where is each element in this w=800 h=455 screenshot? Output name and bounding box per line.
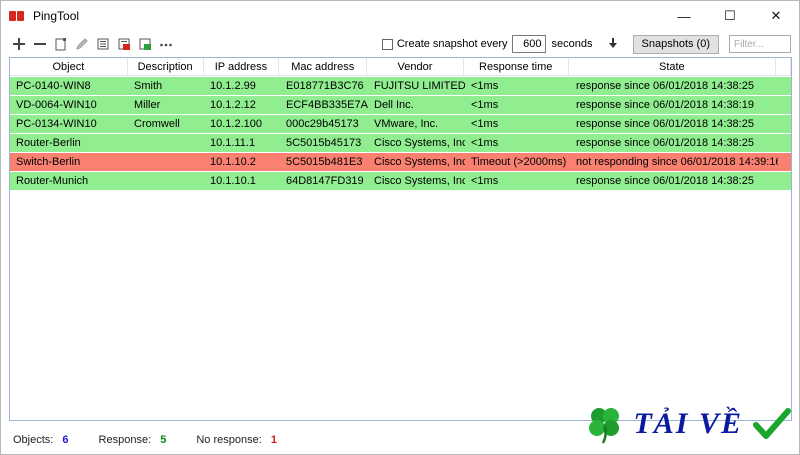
seconds-label: seconds [551, 38, 593, 50]
cell-object: VD-0064-WIN10 [16, 99, 97, 111]
cell-state: response since 06/01/2018 14:38:25 [576, 118, 754, 130]
table-header: Object Description IP address Mac addres… [10, 58, 791, 76]
cell-state: not responding since 06/01/2018 14:39:16 [576, 156, 778, 168]
cell-response-time: <1ms [471, 80, 499, 92]
edit-pencil-icon[interactable] [74, 36, 90, 52]
snapshot-interval-input[interactable] [511, 35, 546, 53]
minus-icon[interactable] [32, 36, 48, 52]
no-response-count: No response: 1 [196, 434, 277, 446]
no-response-value: 1 [270, 434, 277, 446]
cell-vendor: FUJITSU LIMITED [374, 80, 465, 92]
column-header-response-time[interactable]: Response time [464, 58, 569, 76]
window-title: PingTool [33, 9, 80, 23]
cell-object: Router-Berlin [16, 137, 81, 149]
cell-state: response since 06/01/2018 14:38:25 [576, 80, 754, 92]
cell-mac-address: 64D8147FD319 [286, 175, 364, 187]
cell-ip-address: 10.1.2.12 [210, 99, 256, 111]
filter-input[interactable] [729, 35, 791, 53]
cell-ip-address: 10.1.2.100 [210, 118, 262, 130]
table-row[interactable]: Switch-Berlin 10.1.10.2 5C5015b481E3 Cis… [10, 153, 791, 171]
toolbar: Create snapshot every seconds Snapshots … [1, 32, 799, 56]
cell-description [128, 134, 204, 152]
cell-mac-address: E018771B3C76 [286, 80, 364, 92]
cell-mac-address: 000c29b45173 [286, 118, 359, 130]
objects-count: Objects: 6 [13, 434, 69, 446]
window-controls: — ☐ ✕ [661, 1, 799, 31]
cell-response-time: <1ms [471, 99, 499, 111]
response-value: 5 [160, 434, 167, 446]
snapshots-button[interactable]: Snapshots (0) [632, 34, 719, 54]
cell-vendor: Cisco Systems, Inc [374, 137, 465, 149]
cell-ip-address: 10.1.2.99 [210, 80, 256, 92]
more-icon[interactable] [158, 36, 174, 52]
cell-vendor: Cisco Systems, Inc [374, 175, 465, 187]
response-count: Response: 5 [99, 434, 167, 446]
cell-object: PC-0134-WIN10 [16, 118, 97, 130]
column-header-vendor[interactable]: Vendor [367, 58, 464, 76]
objects-label: Objects: [13, 434, 54, 446]
checkmark-icon [753, 408, 791, 439]
cell-response-time: <1ms [471, 118, 499, 130]
minimize-button[interactable]: — [661, 1, 707, 31]
cell-object: Router-Munich [16, 175, 89, 187]
table-row[interactable]: Router-Berlin 10.1.11.1 5C5015b45173 Cis… [10, 134, 791, 152]
snapshot-controls: Create snapshot every seconds Snapshots … [381, 32, 791, 56]
cell-state: response since 06/01/2018 14:38:19 [576, 99, 754, 111]
objects-value: 6 [62, 434, 69, 446]
cell-vendor: VMware, Inc. [374, 118, 439, 130]
cell-mac-address: ECF4BB335E7A [286, 99, 368, 111]
watermark-text: TẢI VỀ [633, 407, 743, 440]
snapshot-label: Create snapshot every [396, 38, 508, 50]
cell-mac-address: 5C5015b481E3 [286, 156, 363, 168]
table-row[interactable]: VD-0064-WIN10 Miller 10.1.2.12 ECF4BB335… [10, 96, 791, 114]
response-label: Response: [98, 434, 152, 446]
column-header-state[interactable]: State [569, 58, 777, 76]
table-row[interactable]: PC-0134-WIN10 Cromwell 10.1.2.100 000c29… [10, 115, 791, 133]
cell-description [128, 153, 204, 171]
no-response-label: No response: [196, 434, 262, 446]
app-icon [9, 8, 25, 24]
clover-icon [589, 408, 620, 444]
cell-vendor: Dell Inc. [374, 99, 414, 111]
cell-object: PC-0140-WIN8 [16, 80, 91, 92]
delete-list-icon[interactable] [116, 36, 132, 52]
table-row[interactable]: PC-0140-WIN8 Smith 10.1.2.99 E018771B3C7… [10, 77, 791, 95]
table-row[interactable]: Router-Munich 10.1.10.1 64D8147FD319 Cis… [10, 172, 791, 190]
cell-response-time: <1ms [471, 175, 499, 187]
cell-object: Switch-Berlin [16, 156, 81, 168]
column-header-object[interactable]: Object [10, 58, 128, 76]
arrow-down-icon[interactable] [607, 37, 619, 52]
list-icon[interactable] [95, 36, 111, 52]
toolbar-icons [11, 36, 174, 52]
column-header-filler [776, 58, 791, 76]
cell-ip-address: 10.1.10.1 [210, 175, 256, 187]
watermark-logo: TẢI VỀ [585, 404, 791, 444]
column-header-ip-address[interactable]: IP address [204, 58, 280, 76]
objects-table: Object Description IP address Mac addres… [9, 57, 792, 421]
new-document-icon[interactable] [53, 36, 69, 52]
title-bar: PingTool — ☐ ✕ [1, 1, 799, 31]
cell-ip-address: 10.1.11.1 [210, 137, 256, 149]
export-icon[interactable] [137, 36, 153, 52]
column-header-mac-address[interactable]: Mac address [279, 58, 368, 76]
cell-state: response since 06/01/2018 14:38:25 [576, 175, 754, 187]
cell-mac-address: 5C5015b45173 [286, 137, 362, 149]
cell-description: Cromwell [134, 118, 180, 130]
close-button[interactable]: ✕ [753, 1, 799, 31]
snapshot-checkbox[interactable] [381, 38, 393, 50]
cell-response-time: Timeout (>2000ms) [471, 156, 567, 168]
cell-description: Miller [134, 99, 161, 111]
maximize-button[interactable]: ☐ [707, 1, 753, 31]
column-header-description[interactable]: Description [128, 58, 204, 76]
cell-vendor: Cisco Systems, Inc [374, 156, 465, 168]
cell-description [128, 172, 204, 190]
cell-response-time: <1ms [471, 137, 499, 149]
cell-ip-address: 10.1.10.2 [210, 156, 256, 168]
cell-state: response since 06/01/2018 14:38:25 [576, 137, 754, 149]
cell-description: Smith [134, 80, 163, 92]
plus-icon[interactable] [11, 36, 27, 52]
